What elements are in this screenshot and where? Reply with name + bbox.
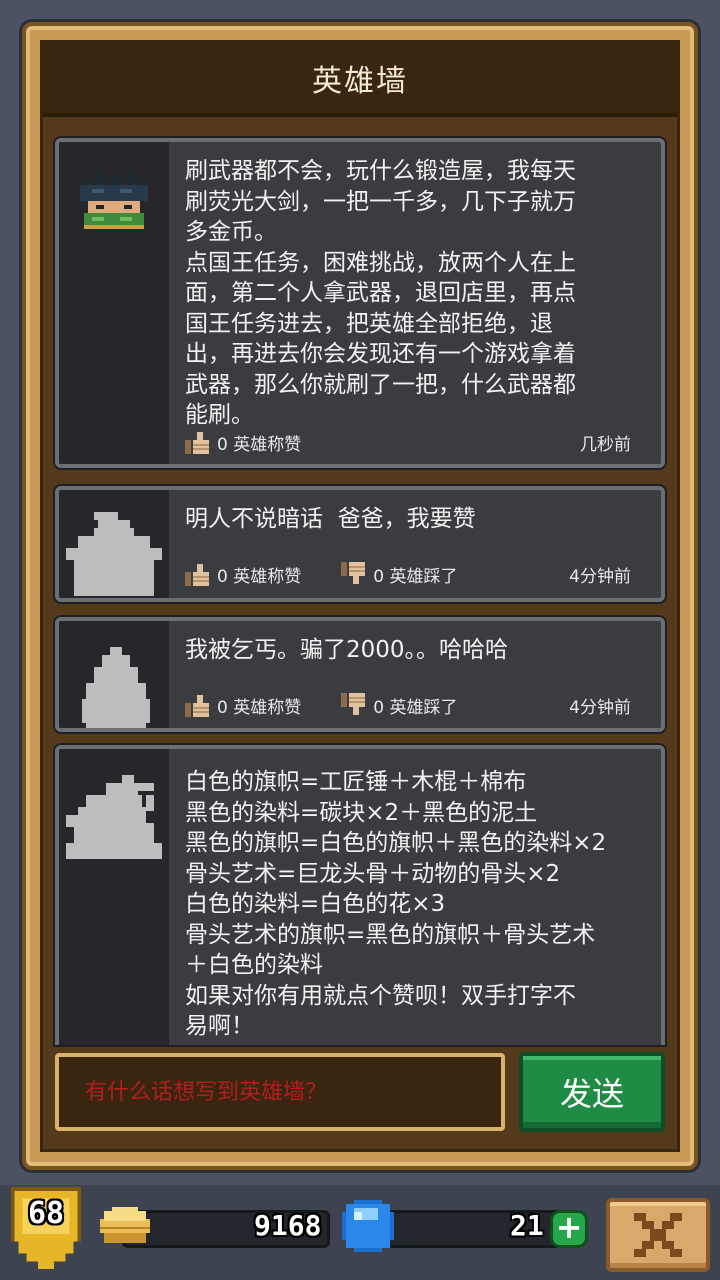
- thumbs-down-icon: [341, 693, 366, 715]
- post-card: 刷武器都不会，玩什么锻造屋，我每天 刷荧光大剑，一把一千多，几下子就万 多金币。…: [55, 138, 665, 468]
- wizard-silhouette-avatar: [66, 512, 162, 596]
- post-meta: 0 英雄称赞 0 英雄踩了 4分钟前: [185, 560, 631, 588]
- beast-silhouette-avatar: [66, 775, 162, 859]
- message-input[interactable]: [83, 1078, 501, 1106]
- like-button[interactable]: 0 英雄称赞: [185, 562, 301, 587]
- post-time: 4分钟前: [569, 697, 631, 718]
- close-icon: [634, 1213, 682, 1257]
- like-count: 0 英雄称赞: [217, 434, 302, 455]
- post-card: 我被乞丐。骗了2000。。哈哈哈 0 英雄称赞 0 英雄踩了 4分钟前: [55, 617, 665, 732]
- thumbs-up-icon: [185, 564, 209, 586]
- post-card: 明人不说暗话 爸爸，我要赞 0 英雄称赞 0 英雄踩了 4分钟前: [55, 486, 665, 602]
- page-title: 英雄墙: [312, 64, 408, 99]
- blue-gem-icon: [342, 1200, 394, 1252]
- gem-amount: 21: [510, 1209, 544, 1242]
- post-time: 几秒前: [580, 434, 631, 455]
- dislike-button[interactable]: 0 英雄踩了: [341, 693, 457, 718]
- dislike-button[interactable]: 0 英雄踩了: [341, 562, 457, 587]
- thumbs-up-icon: [185, 432, 209, 454]
- like-button[interactable]: 0 英雄称赞: [185, 693, 301, 718]
- post-time: 4分钟前: [569, 566, 631, 587]
- avatar-column: [59, 621, 169, 728]
- post-text: 明人不说暗话 爸爸，我要赞: [185, 506, 476, 532]
- like-count: 0 英雄称赞: [217, 566, 302, 587]
- like-button[interactable]: 0 英雄称赞: [185, 430, 301, 455]
- add-gems-button[interactable]: +: [550, 1210, 588, 1248]
- spiky-hair-hero-avatar: [80, 173, 148, 229]
- gold-amount: 9168: [254, 1209, 322, 1242]
- message-input-box[interactable]: [55, 1053, 505, 1131]
- post-text: 我被乞丐。骗了2000。。哈哈哈: [185, 637, 509, 663]
- avatar-column: [59, 490, 169, 598]
- post-meta: 0 英雄称赞 0 英雄踩了 4分钟前: [185, 691, 631, 719]
- dislike-count: 0 英雄踩了: [373, 566, 458, 587]
- close-button[interactable]: [606, 1198, 710, 1272]
- hooded-silhouette-avatar: [82, 647, 150, 728]
- thumbs-down-icon: [341, 562, 366, 584]
- post-card: 白色的旗帜=工匠锤＋木棍＋棉布 黑色的染料=碳块×2＋黑色的泥土 黑色的旗帜=白…: [55, 745, 665, 1045]
- gold-coin-icon: [100, 1207, 150, 1243]
- avatar-column: [59, 142, 169, 464]
- title-bar: 英雄墙: [43, 43, 677, 117]
- post-meta: 0 英雄称赞 几秒前: [185, 428, 631, 456]
- like-count: 0 英雄称赞: [217, 697, 302, 718]
- plus-icon: +: [555, 1208, 583, 1246]
- dislike-count: 0 英雄踩了: [373, 697, 458, 718]
- post-text: 刷武器都不会，玩什么锻造屋，我每天 刷荧光大剑，一把一千多，几下子就万 多金币。…: [185, 158, 576, 428]
- player-level: 68: [27, 1196, 65, 1231]
- send-button[interactable]: 发送: [519, 1052, 665, 1132]
- avatar-column: [59, 749, 169, 1045]
- post-text: 白色的旗帜=工匠锤＋木棍＋棉布 黑色的染料=碳块×2＋黑色的泥土 黑色的旗帜=白…: [185, 769, 607, 1039]
- thumbs-up-icon: [185, 695, 209, 717]
